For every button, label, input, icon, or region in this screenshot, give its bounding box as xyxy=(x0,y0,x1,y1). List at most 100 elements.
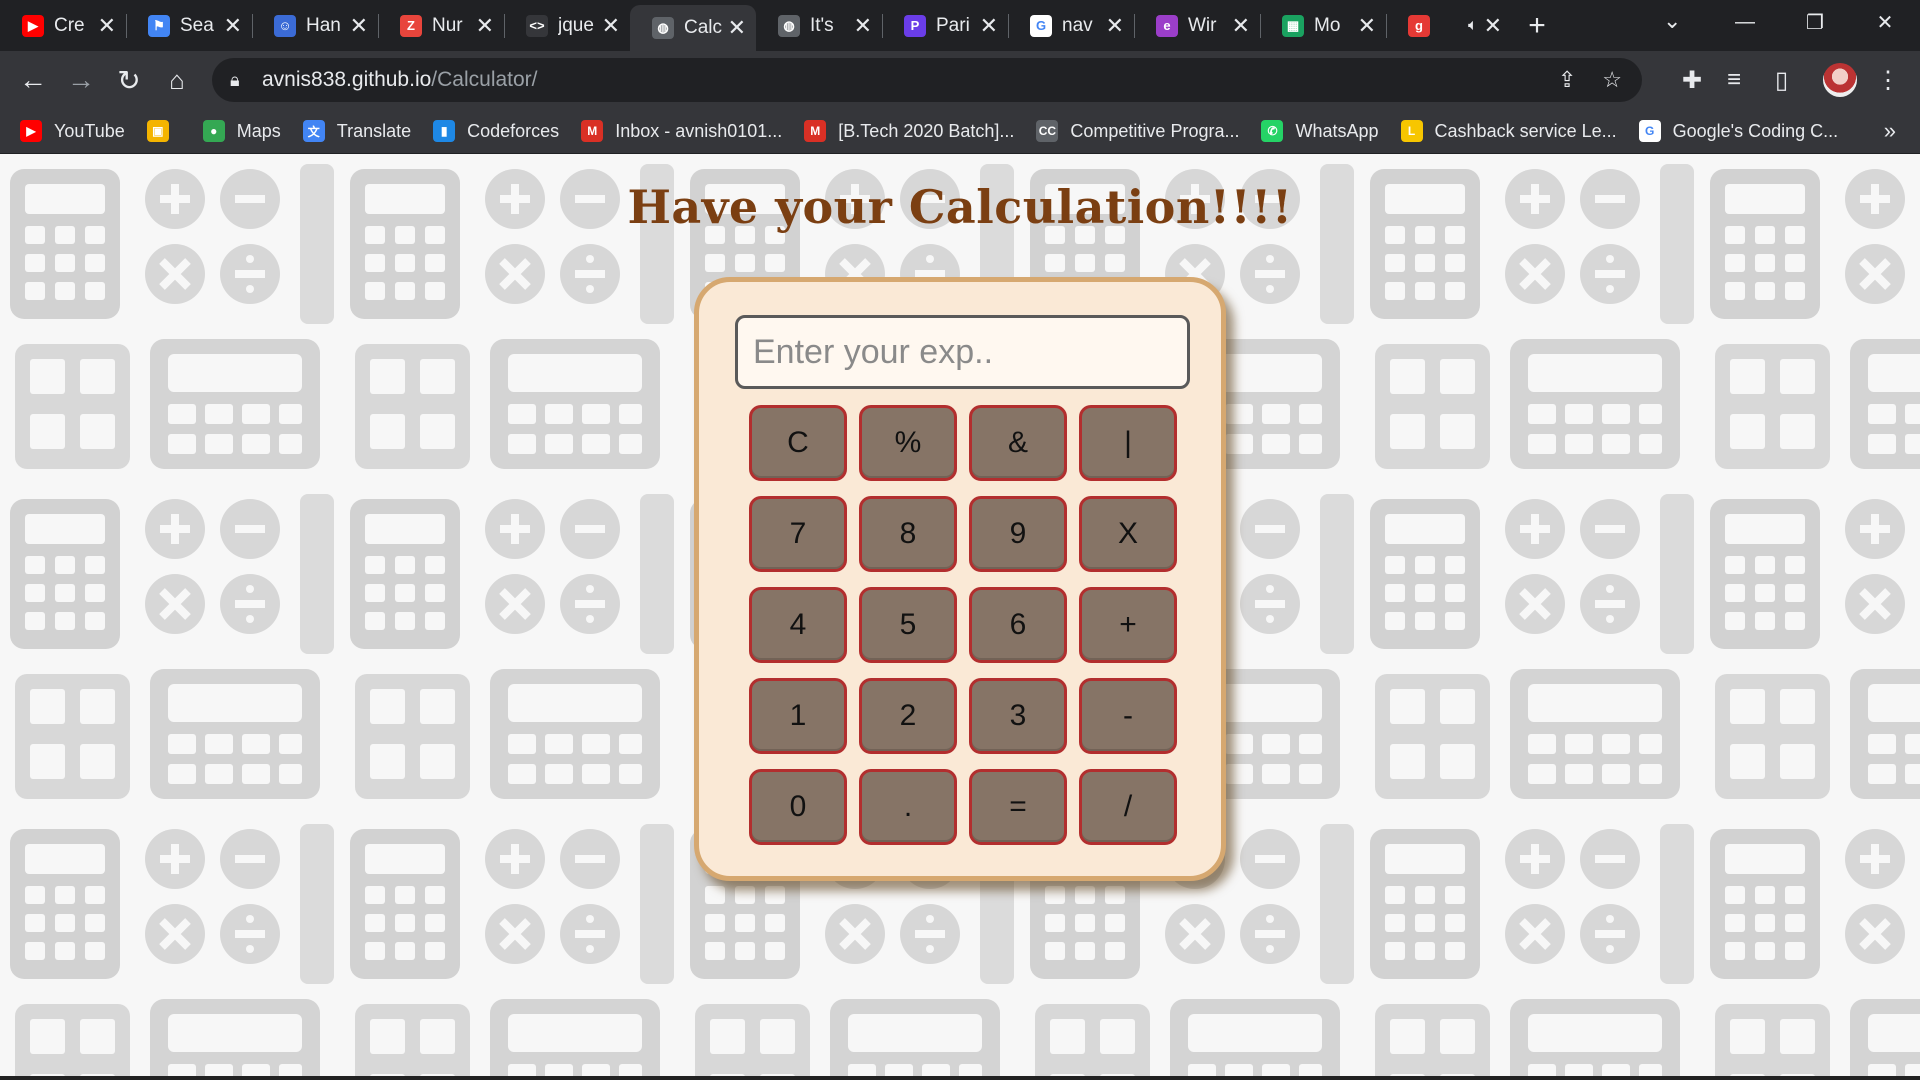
calc-key-button[interactable]: + xyxy=(1079,587,1177,663)
calc-key-button[interactable]: 0 xyxy=(749,769,847,845)
tab-close-icon[interactable]: ✕ xyxy=(728,15,746,41)
media-queue-icon[interactable]: ≡ xyxy=(1727,51,1741,109)
tab-close-icon[interactable]: ✕ xyxy=(854,13,872,39)
bookmark-item[interactable]: M Inbox - avnish0101... xyxy=(581,120,782,142)
bookmark-item[interactable]: M [B.Tech 2020 Batch]... xyxy=(804,120,1014,142)
tab-close-icon[interactable]: ✕ xyxy=(1484,13,1502,39)
calc-key-button[interactable]: 2 xyxy=(859,678,957,754)
bookmark-item[interactable]: 文 Translate xyxy=(302,120,412,142)
bookmark-item[interactable]: ● Maps xyxy=(202,120,281,142)
bookmark-item[interactable]: ▶ YouTube xyxy=(20,120,125,142)
calc-key-button[interactable]: & xyxy=(969,405,1067,481)
browser-tab[interactable]: ▶ Cre ✕ xyxy=(0,0,126,51)
bookmark-item[interactable]: CC Competitive Progra... xyxy=(1036,120,1239,142)
calc-key-button[interactable]: - xyxy=(1079,678,1177,754)
calc-key-button[interactable]: X xyxy=(1079,496,1177,572)
calc-key-button[interactable]: 9 xyxy=(969,496,1067,572)
browser-tab[interactable]: g 🔈︎ ✕ xyxy=(1386,0,1512,51)
extensions-puzzle-icon[interactable]: ✚ xyxy=(1682,51,1702,109)
bookmark-item[interactable]: ▮ Codeforces xyxy=(433,120,559,142)
tab-title: Nur xyxy=(432,14,463,36)
tab-close-icon[interactable]: ✕ xyxy=(224,13,242,39)
translate-icon: 文 xyxy=(302,120,325,142)
browser-tab[interactable]: ▦ Mo ✕ xyxy=(1260,0,1386,51)
browser-tab[interactable]: ◍ Calc ✕ xyxy=(630,5,756,51)
tab-close-icon[interactable]: ✕ xyxy=(98,13,116,39)
google-icon: G xyxy=(1030,14,1052,37)
tab-close-icon[interactable]: ✕ xyxy=(602,13,620,39)
tab-search-chevron-icon[interactable]: ⌄ xyxy=(1663,8,1681,34)
side-panel-icon[interactable]: ▯ xyxy=(1775,51,1788,109)
calc-key-button[interactable]: . xyxy=(859,769,957,845)
address-bar[interactable]: 🔒︎ avnis838.github.io/Calculator/ ⇪ ☆ xyxy=(212,58,1642,102)
calc-key-button[interactable]: 5 xyxy=(859,587,957,663)
bookmark-item[interactable]: G Google's Coding C... xyxy=(1638,120,1838,142)
tab-title: nav xyxy=(1062,14,1093,36)
bookmark-label: Inbox - avnish0101... xyxy=(615,120,783,141)
restore-icon[interactable]: ❐ xyxy=(1780,0,1850,44)
calc-key-button[interactable]: 4 xyxy=(749,587,847,663)
calc-key-button[interactable]: % xyxy=(859,405,957,481)
browser-tab[interactable]: Gnav ✕ xyxy=(1008,0,1134,51)
g-red-icon: g xyxy=(1408,14,1430,37)
new-tab-button[interactable]: + xyxy=(1512,0,1562,51)
browser-tab[interactable]: <> jque ✕ xyxy=(504,0,630,51)
tab-title: Cre xyxy=(54,14,85,36)
calc-key-button[interactable]: 6 xyxy=(969,587,1067,663)
codeforces-icon: ▮ xyxy=(433,120,456,142)
more-menu-icon[interactable]: ⋮ xyxy=(1876,51,1900,109)
expression-input[interactable] xyxy=(735,315,1190,389)
browser-tab[interactable]: ☺ Han ✕ xyxy=(252,0,378,51)
reload-icon[interactable]: ↻ xyxy=(106,51,152,109)
browser-tab[interactable]: P Pari ✕ xyxy=(882,0,1008,51)
tab-close-icon[interactable]: ✕ xyxy=(476,13,494,39)
tab-title: Calc xyxy=(684,17,722,38)
close-window-icon[interactable]: ✕ xyxy=(1850,0,1920,44)
home-icon[interactable]: ⌂ xyxy=(154,51,200,109)
bookmark-star-icon[interactable]: ☆ xyxy=(1602,67,1622,93)
tab-title: Wir xyxy=(1188,14,1217,36)
share-icon[interactable]: ⇪ xyxy=(1558,67,1576,93)
browser-tab[interactable]: Z Nur ✕ xyxy=(378,0,504,51)
bookmark-item[interactable]: ✆ WhatsApp xyxy=(1261,120,1379,142)
browser-tab[interactable]: e Wir ✕ xyxy=(1134,0,1260,51)
flag-icon: ⚑ xyxy=(148,14,170,37)
tab-audio-icon[interactable]: 🔈︎ xyxy=(1468,17,1478,35)
tab-close-icon[interactable]: ✕ xyxy=(350,13,368,39)
calc-key-button[interactable]: | xyxy=(1079,405,1177,481)
calc-key-button[interactable]: = xyxy=(969,769,1067,845)
calc-key-button[interactable]: 8 xyxy=(859,496,957,572)
minimize-icon[interactable]: — xyxy=(1710,0,1780,44)
bookmark-label: Translate xyxy=(336,120,412,141)
youtube-icon: ▶ xyxy=(22,14,44,37)
tab-list: ▶ Cre ✕ ⚑ Sea ✕ ☺ Han ✕ Z Nur ✕ <> jque ✕ ◍ Calc ✕ ◍ It's ✕ P… xyxy=(0,0,1512,51)
calc-key-button[interactable]: 3 xyxy=(969,678,1067,754)
bookmark-label: WhatsApp xyxy=(1295,120,1379,141)
browser-tab[interactable]: ⚑ Sea ✕ xyxy=(126,0,252,51)
bookmark-item[interactable]: ▣ xyxy=(146,120,181,142)
tab-title: jque xyxy=(558,14,594,36)
tab-title: Sea xyxy=(180,14,214,36)
profile-avatar[interactable] xyxy=(1823,63,1857,97)
calc-key-button[interactable]: C xyxy=(749,405,847,481)
calc-key-button[interactable]: 7 xyxy=(749,496,847,572)
bookmark-item[interactable]: L Cashback service Le... xyxy=(1400,120,1617,142)
tab-close-icon[interactable]: ✕ xyxy=(980,13,998,39)
browser-tab[interactable]: ◍ It's ✕ xyxy=(756,0,882,51)
tab-close-icon[interactable]: ✕ xyxy=(1232,13,1250,39)
tab-close-icon[interactable]: ✕ xyxy=(1358,13,1376,39)
tab-title: It's xyxy=(810,14,834,36)
forward-arrow-icon[interactable]: → xyxy=(58,51,104,109)
code-icon: <> xyxy=(526,14,548,37)
bookmark-label: Cashback service Le... xyxy=(1434,120,1617,141)
bookmarks-overflow-icon[interactable]: » xyxy=(1884,118,1896,144)
zoho-icon: Z xyxy=(400,14,422,37)
google-icon: G xyxy=(1638,120,1661,142)
calculator-keypad: C% & | 7 8 9 X 4 5 6 +1 2 3- 0. = / xyxy=(749,405,1177,845)
lock-icon: 🔒︎ xyxy=(230,69,240,90)
back-arrow-icon[interactable]: ← xyxy=(10,51,56,109)
calc-key-button[interactable]: / xyxy=(1079,769,1177,845)
tab-close-icon[interactable]: ✕ xyxy=(1106,13,1124,39)
calc-key-button[interactable]: 1 xyxy=(749,678,847,754)
url-text[interactable]: avnis838.github.io/Calculator/ xyxy=(262,68,538,92)
